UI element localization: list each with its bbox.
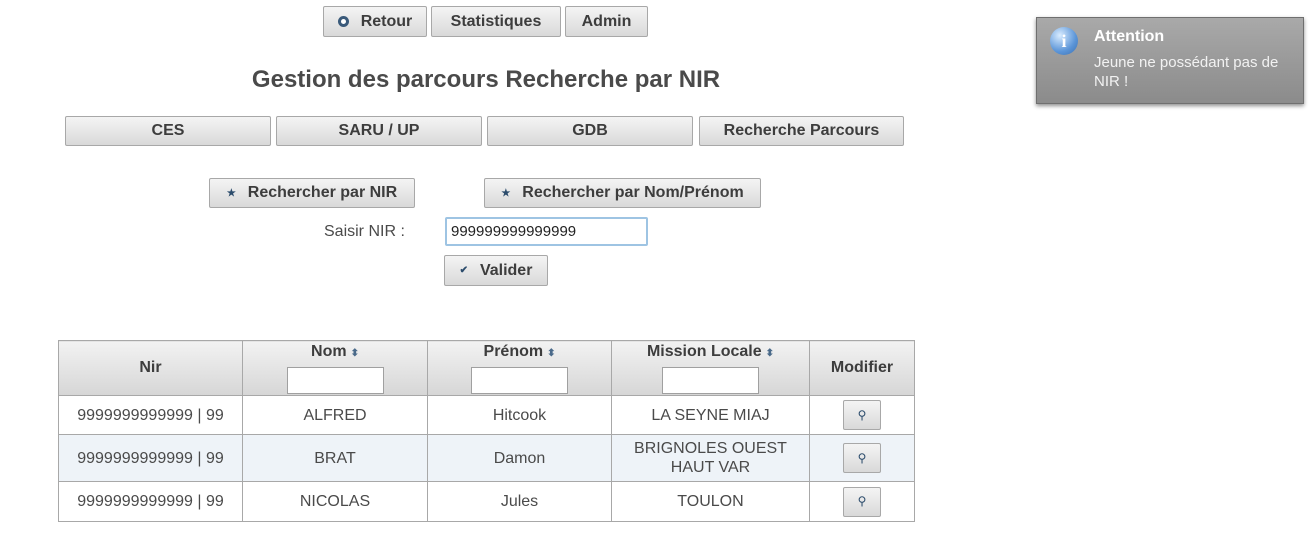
circle-arrow-icon	[337, 16, 349, 27]
cell-modifier: ⚲	[809, 395, 915, 435]
table-row: 9999999999999 | 99 NICOLAS Jules TOULON …	[58, 481, 915, 522]
magnifier-icon[interactable]: ⚲	[843, 486, 881, 517]
column-mission-label: Mission Locale	[646, 342, 762, 360]
page-title: Gestion des parcours Recherche par NIR	[251, 66, 721, 93]
search-by-nir-button[interactable]: ★ Rechercher par NIR	[209, 178, 415, 208]
filter-mission-input[interactable]	[662, 366, 759, 394]
cell-nir: 9999999999999 | 99	[58, 434, 243, 482]
cell-nir: 9999999999999 | 99	[58, 481, 243, 522]
column-prenom-label: Prénom	[483, 342, 544, 360]
nir-input[interactable]	[445, 217, 648, 246]
back-button[interactable]: Retour	[323, 6, 427, 37]
column-nir: Nir	[58, 340, 243, 396]
search-by-name-button[interactable]: ★ Rechercher par Nom/Prénom	[484, 178, 761, 208]
filter-prenom-input[interactable]	[471, 366, 568, 394]
table-row: 9999999999999 | 99 BRAT Damon BRIGNOLES …	[58, 434, 915, 482]
column-nom[interactable]: Nom ⬍	[242, 340, 428, 396]
column-modifier: Modifier	[809, 340, 915, 396]
column-nir-label: Nir	[139, 359, 162, 376]
column-prenom[interactable]: Prénom ⬍	[427, 340, 612, 396]
check-icon: ✔	[459, 265, 468, 276]
tab-saru-up-label: SARU / UP	[338, 122, 420, 139]
tab-saru-up[interactable]: SARU / UP	[276, 116, 482, 146]
results-table: Nir Nom ⬍ Prénom ⬍ Mission Locale ⬍ Modifie…	[58, 340, 915, 522]
cell-prenom: Jules	[427, 481, 612, 522]
tab-ces-label: CES	[151, 122, 185, 139]
tab-ces[interactable]: CES	[65, 116, 271, 146]
sort-icon[interactable]: ⬍	[766, 348, 774, 359]
cell-mission: BRIGNOLES OUEST HAUT VAR	[611, 434, 810, 482]
admin-button[interactable]: Admin	[565, 6, 648, 37]
column-modifier-label: Modifier	[830, 359, 894, 376]
cell-nom: ALFRED	[242, 395, 428, 435]
table-row: 9999999999999 | 99 ALFRED Hitcook LA SEY…	[58, 395, 915, 435]
cell-mission: LA SEYNE MIAJ	[611, 395, 810, 435]
notification-toast[interactable]: i Attention Jeune ne possédant pas de NI…	[1036, 17, 1304, 104]
statistics-button[interactable]: Statistiques	[431, 6, 561, 37]
search-by-name-label: Rechercher par Nom/Prénom	[522, 184, 744, 201]
sort-icon[interactable]: ⬍	[351, 348, 359, 359]
tab-recherche-parcours[interactable]: Recherche Parcours	[699, 116, 904, 146]
star-icon: ★	[226, 187, 236, 199]
back-button-label: Retour	[360, 12, 413, 30]
filter-nom-input[interactable]	[286, 366, 384, 394]
tab-gdb[interactable]: GDB	[487, 116, 693, 146]
tab-recherche-parcours-label: Recherche Parcours	[723, 122, 880, 139]
admin-button-label: Admin	[581, 12, 632, 30]
magnifier-icon[interactable]: ⚲	[843, 400, 881, 430]
cell-prenom: Damon	[427, 434, 612, 482]
magnifier-icon[interactable]: ⚲	[843, 443, 881, 473]
cell-nom: NICOLAS	[242, 481, 428, 522]
info-icon: i	[1050, 27, 1078, 55]
cell-mission: TOULON	[611, 481, 810, 522]
nir-label: Saisir NIR :	[324, 223, 405, 240]
notification-message: Jeune ne possédant pas de NIR !	[1094, 54, 1279, 90]
sort-icon[interactable]: ⬍	[547, 348, 555, 359]
notification-title: Attention	[1094, 28, 1165, 45]
statistics-button-label: Statistiques	[450, 12, 542, 30]
validate-button-label: Valider	[479, 261, 533, 279]
table-header-row: Nir Nom ⬍ Prénom ⬍ Mission Locale ⬍ Modifie…	[58, 340, 915, 396]
cell-nir: 9999999999999 | 99	[58, 395, 243, 435]
cell-modifier: ⚲	[809, 434, 915, 482]
cell-prenom: Hitcook	[427, 395, 612, 435]
cell-modifier: ⚲	[809, 481, 915, 522]
column-mission-locale[interactable]: Mission Locale ⬍	[611, 340, 810, 396]
column-nom-label: Nom	[311, 342, 347, 360]
star-icon: ★	[501, 187, 511, 199]
validate-button[interactable]: ✔ Valider	[444, 255, 548, 286]
tab-gdb-label: GDB	[572, 122, 608, 139]
search-by-nir-label: Rechercher par NIR	[247, 184, 398, 201]
cell-nom: BRAT	[242, 434, 428, 482]
